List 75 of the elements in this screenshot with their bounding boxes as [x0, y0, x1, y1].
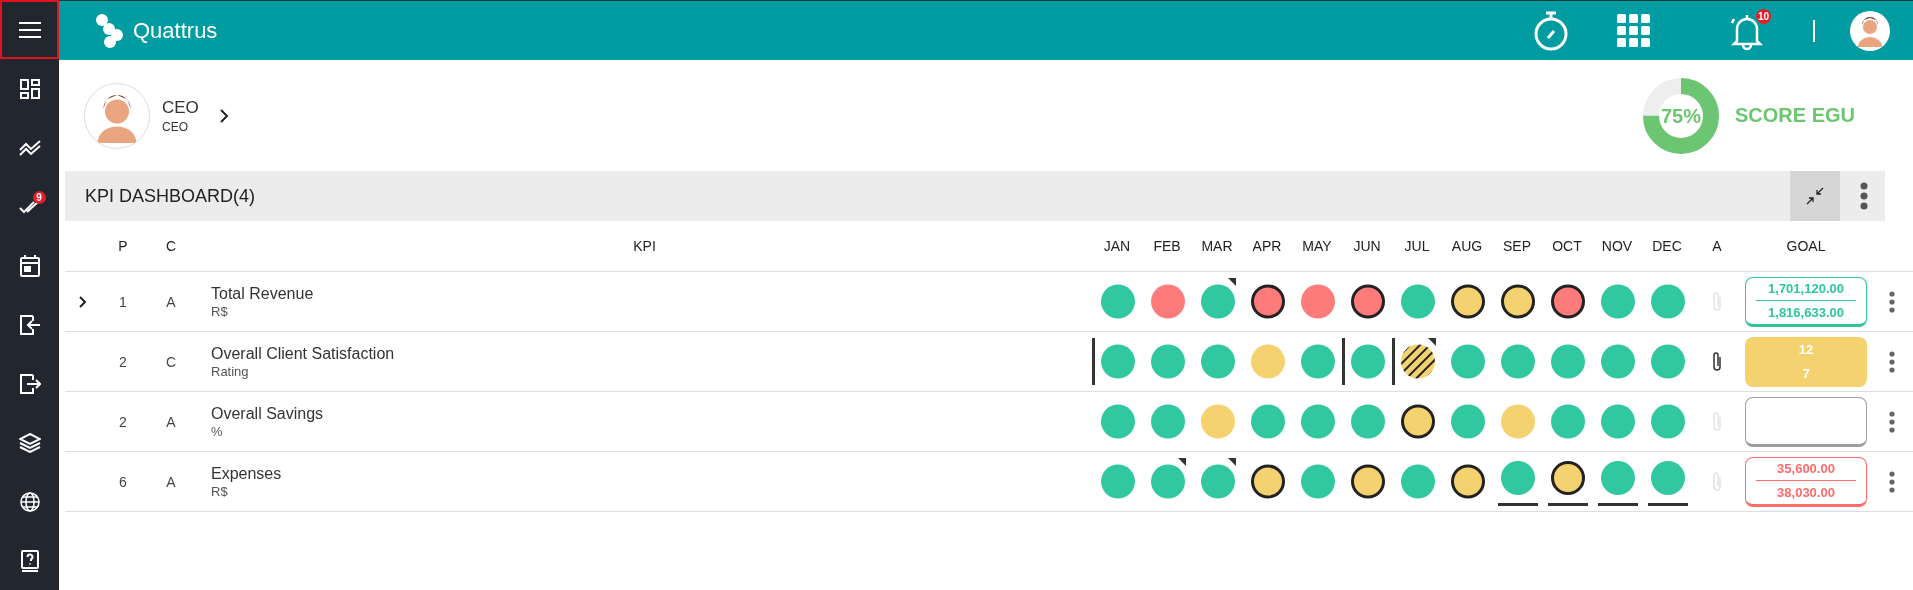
more-options-icon[interactable] [1888, 290, 1895, 313]
logo-icon [95, 13, 125, 48]
column-header: MAR [1200, 238, 1234, 254]
table-cell-text: C [164, 352, 178, 372]
login-icon [18, 314, 41, 335]
kpi-unit: R$ [211, 483, 229, 499]
table-cell-text: 1 [118, 292, 128, 312]
collapse-button[interactable] [1790, 171, 1840, 221]
calendar-icon [19, 254, 40, 277]
column-header: KPI [632, 238, 657, 254]
column-header: P [117, 238, 129, 254]
table-cell-text: A [165, 472, 177, 492]
kpi-name: Overall Client Satisfaction [211, 344, 396, 363]
count-badge: 9 [32, 190, 46, 204]
more-options-icon[interactable] [1888, 470, 1895, 493]
profile-name: CEO [162, 97, 199, 118]
dashboard-title: KPI DASHBOARD(4) [85, 185, 256, 207]
kpi-unit: R$ [211, 303, 229, 319]
table-cell-text: A [165, 412, 177, 432]
column-header: APR [1251, 238, 1283, 254]
collapse-icon [1805, 186, 1825, 206]
table-cell-text: A [165, 292, 177, 312]
avatar[interactable] [1850, 10, 1890, 51]
score-value: 75% [1660, 104, 1701, 127]
score-label: SCORE EGU [1734, 104, 1855, 127]
column-header: GOAL [1785, 238, 1827, 254]
column-header: MAY [1301, 238, 1333, 254]
kpi-unit: % [211, 423, 224, 439]
notification-badge: 10 [1756, 8, 1771, 24]
stopwatch-icon[interactable] [1533, 10, 1569, 51]
column-header: OCT [1551, 238, 1583, 254]
paperclip-icon[interactable] [1711, 350, 1723, 373]
trend-lines-icon [18, 139, 41, 156]
sidebar-item[interactable]: 9 [0, 177, 59, 236]
sidebar-item[interactable] [0, 0, 59, 59]
more-options-icon[interactable] [1888, 350, 1895, 373]
goal-value: 7 [1802, 366, 1810, 381]
goal-value: 12 [1798, 342, 1814, 357]
expand-chevron-icon[interactable] [79, 295, 87, 308]
more-options-icon[interactable] [1860, 182, 1868, 210]
globe-icon [19, 491, 40, 512]
dashboard-icon [19, 78, 40, 99]
goal-value: 35,600.00 [1777, 461, 1835, 476]
brand-name: Quattrus [133, 17, 218, 44]
apps-grid-icon[interactable] [1617, 13, 1651, 48]
column-header: JAN [1102, 238, 1132, 254]
column-header: FEB [1152, 238, 1182, 254]
goal-value: 1,701,120.00 [1768, 281, 1844, 296]
chevron-right-icon[interactable] [218, 108, 229, 123]
table-cell-text: 2 [118, 412, 128, 432]
column-header: A [1711, 238, 1723, 254]
table-cell-text: 6 [118, 472, 128, 492]
logout-icon [18, 373, 41, 394]
table-cell-text: 2 [118, 352, 128, 372]
paperclip-icon[interactable] [1711, 410, 1723, 433]
kpi-unit: Rating [211, 363, 250, 379]
goal-value: 38,030.00 [1777, 485, 1835, 500]
more-options-icon[interactable] [1888, 410, 1895, 433]
column-header: SEP [1502, 238, 1532, 254]
paperclip-icon[interactable] [1711, 470, 1723, 493]
column-header: DEC [1651, 238, 1683, 254]
layers-icon [18, 432, 41, 453]
kpi-name: Expenses [211, 464, 283, 483]
kpi-name: Total Revenue [211, 284, 315, 303]
menu-icon [18, 21, 41, 38]
column-header: AUG [1450, 238, 1484, 254]
kpi-name: Overall Savings [211, 404, 325, 423]
column-header: JUL [1403, 238, 1431, 254]
paperclip-icon[interactable] [1711, 290, 1723, 313]
goal-value: 1,816,633.00 [1768, 305, 1844, 320]
column-header: JUN [1352, 238, 1382, 254]
profile-role: CEO [162, 119, 189, 134]
help-book-icon [20, 549, 39, 572]
column-header: C [164, 238, 178, 254]
column-header: NOV [1600, 238, 1634, 254]
